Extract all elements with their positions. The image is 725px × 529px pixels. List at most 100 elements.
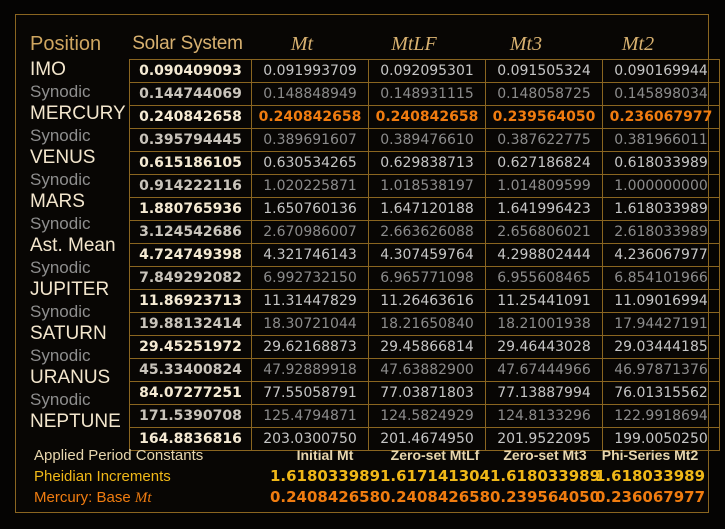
table-cell-value: 1.650760136 [263,201,357,217]
table-cell: 4.307459764 [369,244,486,267]
table-cell-value: 2.656806021 [497,224,591,240]
table-cell-value: 0.148848949 [263,86,357,102]
table-cell: 4.298802444 [486,244,603,267]
table-cell-value: 77.55058791 [263,385,357,401]
table-cell-value: 0.615186105 [139,155,242,171]
table-cell-value: 0.630534265 [263,155,357,171]
table-cell: 45.33400824 [130,359,252,382]
table-cell-value: 0.091505324 [497,63,591,79]
table-cell: 0.240842658 [130,106,252,129]
table-cell-value: 2.663626088 [380,224,474,240]
table-cell: 18.21650840 [369,313,486,336]
table-cell: 0.629838713 [369,152,486,175]
table-cell: 0.630534265 [252,152,369,175]
table-cell: 1.020225871 [252,175,369,198]
table-cell: 47.67444966 [486,359,603,382]
table-cell-value: 124.8133296 [497,408,591,424]
table-cell-value: 0.148931115 [380,86,474,102]
table-row: 171.5390708125.4794871124.5824929124.813… [130,405,720,428]
footer-increment-initial-mt: 1.618033989 [269,466,381,487]
table-cell: 4.724749398 [130,244,252,267]
table-cell-value: 0.627186824 [497,155,591,171]
column-header-mt2: Mt2 [582,29,694,59]
column-header-position: Position [30,29,140,59]
table-cell-value: 0.090169944 [614,63,708,79]
table-cell-value: 0.091993709 [263,63,357,79]
table-cell-value: 11.86923713 [139,293,242,309]
table-cell-value: 46.97871376 [614,362,708,378]
row-label: Synodic [30,125,140,147]
row-label: JUPITER [30,279,140,301]
table-cell-value: 0.381966011 [614,132,708,148]
table-cell: 0.148848949 [252,83,369,106]
table-cell: 11.31447829 [252,290,369,313]
table-cell-value: 4.307459764 [380,247,474,263]
table-cell-value: 11.31447829 [263,293,357,309]
footer-label-mercury-base-mt: Mt [135,490,152,506]
row-label: MARS [30,191,140,213]
table-cell-value: 2.618033989 [614,224,708,240]
table-cell: 1.618033989 [603,198,720,221]
row-label: IMO [30,59,140,81]
table-cell-value: 125.4794871 [263,408,357,424]
decorative-frame: Position Solar System Mt MtLF Mt3 Mt2 IM… [15,14,709,513]
table-cell-value: 29.62168873 [263,339,357,355]
table-row: 0.9142221161.0202258711.0185381971.01480… [130,175,720,198]
table-cell: 6.992732150 [252,267,369,290]
table-cell-value: 0.090409093 [139,63,242,79]
table-cell-value: 6.992732150 [263,270,357,286]
row-label: Synodic [30,301,140,323]
footer-increment-zeroset-mtlf: 1.617141304 [379,466,491,487]
table-cell-value: 18.21001938 [497,316,591,332]
table-cell: 6.854101966 [603,267,720,290]
row-label: Synodic [30,81,140,103]
table-cell: 47.92889918 [252,359,369,382]
table-cell: 171.5390708 [130,405,252,428]
table-cell: 1.018538197 [369,175,486,198]
table-cell-value: 0.240842658 [139,109,242,125]
table-cell: 11.86923713 [130,290,252,313]
footer-constants: Applied Period Constants Initial Mt Zero… [16,439,710,514]
table-cell-value: 2.670986007 [263,224,357,240]
footer-increment-zeroset-mt3: 1.618033989 [489,466,601,487]
table-cell-value: 0.914222116 [139,178,242,194]
table-cell-value: 0.240842658 [259,109,362,125]
footer-label-mercury-base: Mercury: Base Mt [34,487,274,509]
table-cell-value: 0.092095301 [380,63,474,79]
table-cell: 0.144744069 [130,83,252,106]
table-cell-value: 18.30721044 [263,316,357,332]
footer-header-zeroset-mtlf: Zero-set MtLf [379,445,491,466]
row-label-column: IMOSynodicMERCURYSynodicVENUSSynodicMARS… [30,59,140,433]
column-header-mt3: Mt3 [470,29,582,59]
row-label: MERCURY [30,103,140,125]
table-cell-value: 4.298802444 [497,247,591,263]
table-cell: 1.880765936 [130,198,252,221]
table-cell-value: 1.020225871 [263,178,357,194]
table-cell-value: 171.5390708 [139,408,242,424]
row-label: NEPTUNE [30,411,140,433]
table-cell-value: 0.389691607 [263,132,357,148]
table-cell-value: 0.629838713 [380,155,474,171]
table-cell-value: 4.724749398 [139,247,242,263]
table-cell: 77.55058791 [252,382,369,405]
table-cell: 1.647120188 [369,198,486,221]
table-row: 45.3340082447.9288991847.6388290047.6744… [130,359,720,382]
table-cell: 0.148058725 [486,83,603,106]
table-cell: 2.656806021 [486,221,603,244]
table-cell: 17.94427191 [603,313,720,336]
table-cell: 7.849292082 [130,267,252,290]
table-cell: 0.236067977 [603,106,720,129]
table-cell-value: 47.67444966 [497,362,591,378]
row-label: Synodic [30,213,140,235]
row-label: Synodic [30,169,140,191]
table-cell: 18.21001938 [486,313,603,336]
period-sheet: Position Solar System Mt MtLF Mt3 Mt2 IM… [16,15,710,514]
table-cell-value: 0.144744069 [139,86,242,102]
table-cell-value: 76.01315562 [614,385,708,401]
table-cell: 1.641996423 [486,198,603,221]
table-cell: 4.236067977 [603,244,720,267]
table-cell: 11.26463616 [369,290,486,313]
table-cell-value: 6.854101966 [614,270,708,286]
table-cell: 19.88132414 [130,313,252,336]
table-cell: 11.09016994 [603,290,720,313]
